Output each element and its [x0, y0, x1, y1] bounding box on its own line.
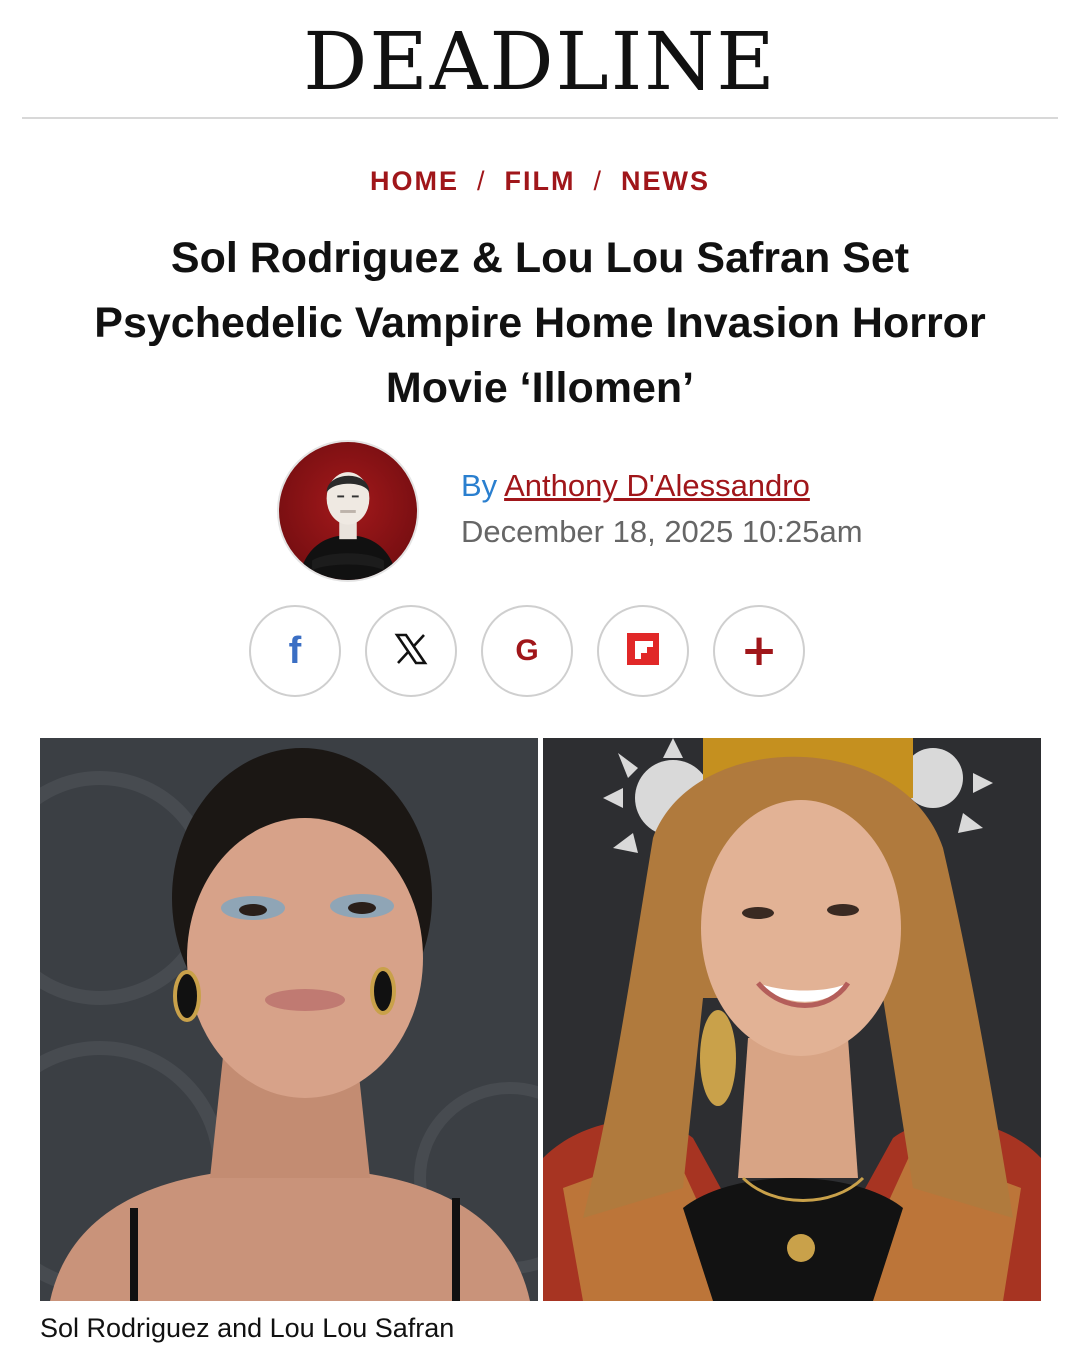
breadcrumb-film[interactable]: FILM: [505, 166, 576, 196]
masthead: DEADLINE: [0, 18, 1080, 106]
photo-caption: Sol Rodriguez and Lou Lou Safran: [40, 1313, 455, 1343]
facebook-icon: f: [288, 629, 302, 672]
article-photo[interactable]: [40, 738, 1041, 1301]
flipboard-icon: [625, 631, 661, 672]
breadcrumb-home[interactable]: HOME: [370, 166, 459, 196]
x-icon: [394, 632, 428, 671]
x-share-button[interactable]: [365, 605, 457, 697]
breadcrumb: HOME / FILM / NEWS: [0, 166, 1080, 197]
share-bar: f G +: [249, 605, 839, 699]
facebook-share-button[interactable]: f: [249, 605, 341, 697]
breadcrumb-separator: /: [593, 166, 603, 196]
photo-panel-right: [543, 738, 1041, 1301]
more-share-button[interactable]: +: [713, 605, 805, 697]
site-logo[interactable]: DEADLINE: [0, 18, 1080, 106]
byline-prefix: By: [461, 468, 498, 503]
byline: By Anthony D'Alessandro: [461, 468, 810, 504]
portrait-sol-rodriguez: [40, 738, 538, 1301]
breadcrumb-news[interactable]: NEWS: [621, 166, 710, 196]
author-block: By Anthony D'Alessandro December 18, 202…: [277, 440, 917, 582]
photo-panel-left: [40, 738, 538, 1301]
flipboard-share-button[interactable]: [597, 605, 689, 697]
author-link[interactable]: Anthony D'Alessandro: [504, 468, 810, 503]
plus-icon: +: [740, 625, 778, 676]
breadcrumb-separator: /: [476, 166, 487, 196]
portrait-lou-lou-safran: [543, 738, 1041, 1301]
author-avatar[interactable]: [277, 440, 419, 582]
article-headline: Sol Rodriguez & Lou Lou Safran Set Psych…: [94, 234, 986, 412]
publish-date: December 18, 2025 10:25am: [461, 514, 863, 549]
masthead-divider: [22, 117, 1058, 119]
google-share-button[interactable]: G: [481, 605, 573, 697]
google-icon: G: [515, 634, 539, 667]
